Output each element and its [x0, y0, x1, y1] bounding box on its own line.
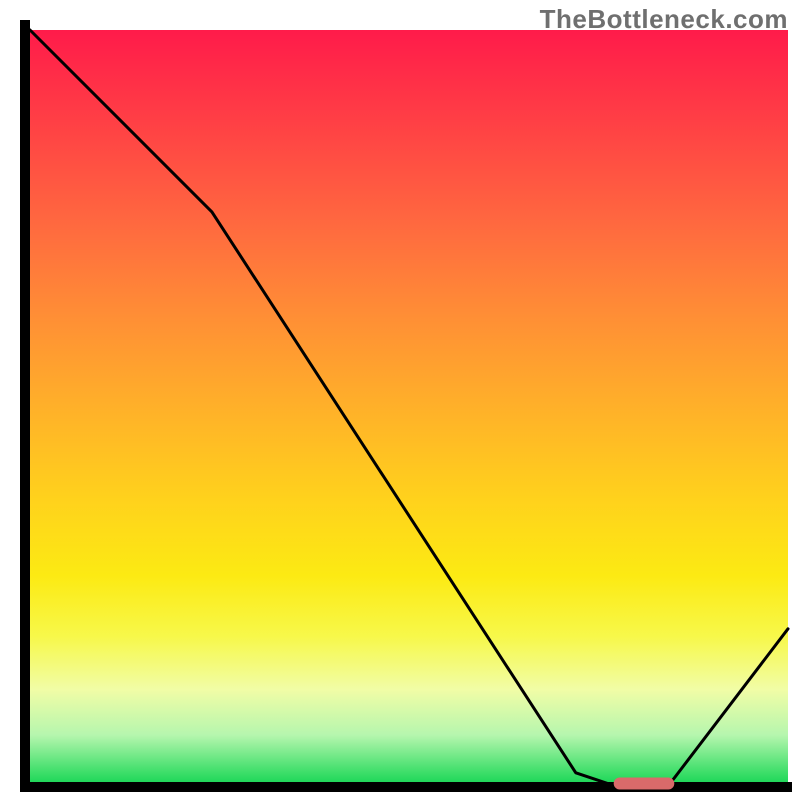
y-axis [20, 20, 30, 792]
curve-layer [30, 30, 788, 788]
recommended-range-marker [614, 778, 675, 790]
bottleneck-curve [30, 30, 788, 788]
watermark-label: TheBottleneck.com [540, 4, 788, 35]
chart-stage: TheBottleneck.com [0, 0, 800, 800]
